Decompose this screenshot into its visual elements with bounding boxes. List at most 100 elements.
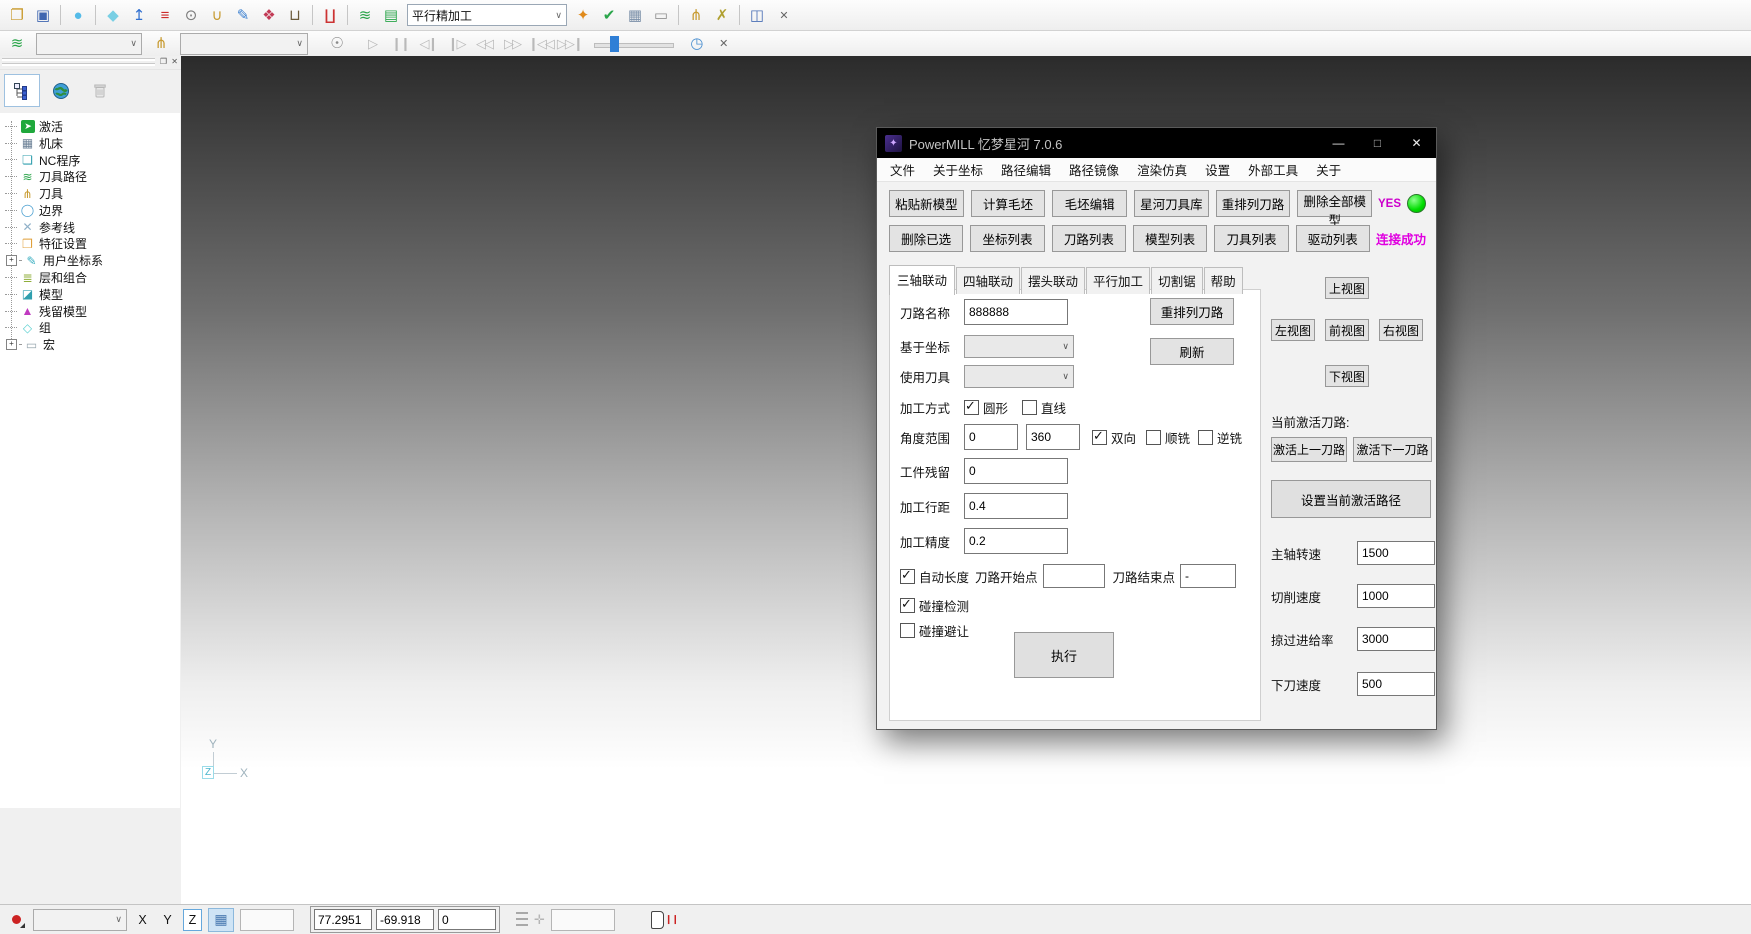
view-right-button[interactable]: 右视图 [1379,319,1423,341]
tab-help[interactable]: 帮助 [1204,267,1243,294]
checkbox-circular[interactable]: 圆形 [964,398,1008,417]
menu-path-edit[interactable]: 路径编辑 [992,158,1060,181]
menu-render-sim[interactable]: 渲染仿真 [1128,158,1196,181]
toolpath-start-input[interactable] [1043,564,1105,588]
drive-list-button[interactable]: 驱动列表 [1296,225,1370,252]
sim-tool-icon[interactable]: ⋔ [148,32,174,56]
toolpath-list-button[interactable]: 刀路列表 [1052,225,1126,252]
tree-item-boundaries[interactable]: ◯ 边界 [5,202,180,219]
tree-item-tools[interactable]: ⋔ 刀具 [5,185,180,202]
fast-forward-icon[interactable]: ▷▷ [498,33,526,55]
activate-prev-toolpath-button[interactable]: 激活上一刀路 [1271,437,1347,462]
tree-item-feature-sets[interactable]: ❒ 特征设置 [5,236,180,253]
tool-compare-icon[interactable]: ⋔ [683,3,709,27]
tool-verify-icon[interactable]: ✔ [596,3,622,27]
pause-icon[interactable]: ❙❙ [386,33,414,55]
close-button[interactable]: ✕ [1397,128,1436,158]
drill-icon[interactable]: ∐ [317,3,343,27]
go-start-icon[interactable]: ❙◁◁ [526,33,555,55]
compute-block-button[interactable]: 计算毛坯 [971,190,1046,217]
status-dropdown[interactable]: ∨ [33,909,127,931]
simulation-speed-slider[interactable] [594,35,674,53]
set-active-path-button[interactable]: 设置当前激活路径 [1271,480,1431,518]
ruler-icon[interactable]: ▭ [648,3,674,27]
checkbox-line[interactable]: 直线 [1022,398,1066,417]
calculator-icon[interactable]: ▦ [622,3,648,27]
toolpath-end-input[interactable] [1180,564,1236,588]
measure-field[interactable] [551,909,615,931]
points-icon[interactable]: ❖ [256,3,282,27]
tolerance-input[interactable] [964,528,1068,554]
angle-from-input[interactable] [964,424,1018,450]
cutting-feed-input[interactable] [1357,584,1435,608]
axis-z-button[interactable]: Z [183,909,202,931]
toolpath-name-input[interactable] [964,299,1068,325]
maximize-button[interactable]: □ [1358,128,1397,158]
checkbox-collision-check[interactable]: 碰撞检测 [900,596,969,615]
panel-float-icon[interactable]: ❐ [160,57,167,66]
tree-item-patterns[interactable]: ✕ 参考线 [5,219,180,236]
model-list-button[interactable]: 模型列表 [1133,225,1207,252]
tab-saw[interactable]: 切割锯 [1151,267,1203,294]
menu-about-coords[interactable]: 关于坐标 [924,158,992,181]
dialog-titlebar[interactable]: ✦ PowerMILL 忆梦星河 7.0.6 — □ ✕ [877,128,1436,158]
pattern-icon[interactable]: ✎ [230,3,256,27]
save-icon[interactable]: ▣ [30,3,56,27]
tab-4axis[interactable]: 四轴联动 [956,267,1020,294]
activate-next-toolpath-button[interactable]: 激活下一刀路 [1353,437,1432,462]
tab-3axis[interactable]: 三轴联动 [889,265,955,295]
grid-size-field[interactable] [240,909,294,931]
execute-button[interactable]: 执行 [1014,632,1114,678]
expand-icon[interactable] [6,255,17,266]
reorder-toolpaths-button-2[interactable]: 重排列刀路 [1150,298,1234,325]
start-point-icon[interactable]: ≡ [152,3,178,27]
explorer-tree-tab[interactable] [4,74,40,107]
tree-item-levels[interactable]: ≣ 层和组合 [5,269,180,286]
paste-new-model-button[interactable]: 粘贴新模型 [889,190,964,217]
toolholder-icon[interactable]: ⊔ [282,3,308,27]
coord-x-field[interactable] [314,909,372,930]
go-end-icon[interactable]: ▷▷❙ [555,33,584,55]
menu-about[interactable]: 关于 [1307,158,1350,181]
stock-remaining-input[interactable] [964,458,1068,484]
block-edit-button[interactable]: 毛坯编辑 [1052,190,1127,217]
tab-parallel[interactable]: 平行加工 [1086,267,1150,294]
tree-item-models[interactable]: ◪ 模型 [5,286,180,303]
tree-item-workplanes[interactable]: ✎ 用户坐标系 [5,252,180,269]
panel-close-icon[interactable]: ✕ [171,57,178,66]
plunge-feed-input[interactable] [1357,672,1435,696]
menu-path-mirror[interactable]: 路径镜像 [1060,158,1128,181]
explorer-recycle-tab[interactable] [82,74,118,107]
tree-item-machine[interactable]: ▦ 机床 [5,135,180,152]
checkbox-auto-length[interactable]: 自动长度 [900,567,969,586]
reorder-toolpaths-button[interactable]: 重排列刀路 [1216,190,1291,217]
delete-all-models-button[interactable]: 删除全部模型 [1297,190,1372,217]
tree-item-toolpaths[interactable]: ≋ 刀具路径 [5,168,180,185]
expand-icon[interactable] [6,339,17,350]
sim-toolbar-close-icon[interactable]: ✕ [714,34,734,54]
sim-toolpath-dropdown[interactable]: ∨ [36,33,142,55]
slider-thumb[interactable] [610,36,619,52]
tree-item-nc-programs[interactable]: ❏ NC程序 [5,152,180,169]
toolpath-icon[interactable]: ≋ [352,3,378,27]
coord-list-button[interactable]: 坐标列表 [970,225,1044,252]
viewmill-ball-icon[interactable]: ● [65,3,91,27]
toolbar-close-icon[interactable]: ✕ [774,5,794,25]
tool-sim-icon[interactable]: ✦ [570,3,596,27]
transform-icon[interactable]: ✗ [709,3,735,27]
tree-item-activate[interactable]: ➤ 激活 [5,118,180,135]
point-mode-button[interactable] [5,910,27,930]
spindle-speed-input[interactable] [1357,541,1435,565]
tool-ball-icon[interactable]: ⊙ [178,3,204,27]
checkbox-collision-avoid[interactable]: 碰撞避让 [900,621,969,640]
rapid-heights-icon[interactable]: ↥ [126,3,152,27]
stepover-input[interactable] [964,493,1068,519]
clock-icon[interactable]: ◷ [684,32,710,56]
step-forward-icon[interactable]: ❙▷ [442,33,470,55]
menu-external-tools[interactable]: 外部工具 [1239,158,1307,181]
axis-y-button[interactable]: Y [158,909,177,931]
rewind-icon[interactable]: ◁◁ [470,33,498,55]
xinghe-tool-library-button[interactable]: 星河刀具库 [1134,190,1209,217]
lightbulb-icon[interactable]: ☉ [324,32,350,56]
angle-to-input[interactable] [1026,424,1080,450]
